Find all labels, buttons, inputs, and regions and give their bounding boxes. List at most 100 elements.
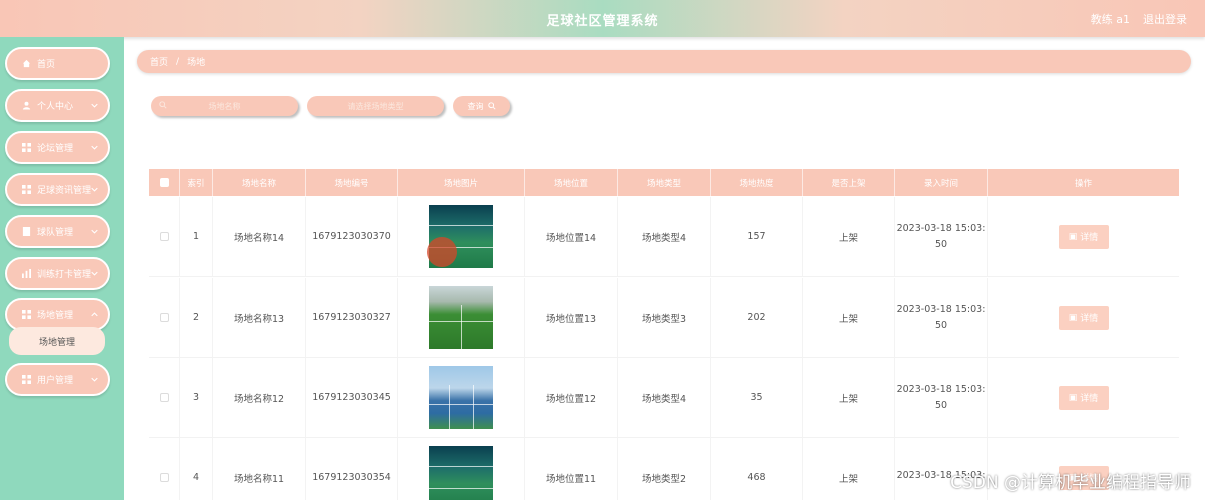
query-button[interactable]: 查询 (453, 96, 510, 116)
cell-status: 上架 (803, 438, 895, 500)
cell-image (398, 358, 525, 437)
detail-icon: ▣ (1068, 231, 1078, 242)
field-image[interactable] (429, 446, 493, 500)
cell-type: 场地类型4 (618, 197, 711, 276)
col-image: 场地图片 (398, 169, 525, 196)
cell-name: 场地名称13 (213, 278, 306, 357)
cell-image (398, 438, 525, 500)
cell-time: 2023-03-18 15:03: 50 (895, 278, 988, 357)
col-location: 场地位置 (525, 169, 618, 196)
field-name-search-input[interactable]: 场地名称 (151, 96, 298, 116)
grid-icon (21, 185, 31, 195)
sidebar-item-label: 足球资讯管理 (37, 186, 92, 196)
detail-label: 详情 (1080, 394, 1099, 404)
cell-heat: 202 (711, 278, 803, 357)
sidebar-item-label: 训练打卡管理 (37, 270, 92, 280)
detail-button[interactable]: ▣ 详情 (1058, 224, 1109, 249)
row-checkbox[interactable] (159, 473, 169, 482)
cell-code: 1679123030345 (306, 358, 398, 437)
query-button-label: 查询 (467, 101, 484, 111)
cell-status: 上架 (803, 197, 895, 276)
chevron-down-icon (91, 144, 98, 154)
time-line-2: 50 (934, 239, 948, 250)
cell-code: 1679123030354 (306, 438, 398, 500)
table-row: 1 场地名称14 1679123030370 场地位置14 场地类型4 157 … (149, 197, 1179, 277)
cell-location: 场地位置12 (525, 358, 618, 437)
chevron-down-icon (91, 270, 98, 280)
cell-name: 场地名称11 (213, 438, 306, 500)
search-icon (487, 102, 496, 110)
detail-button[interactable]: ▣ 详情 (1058, 385, 1109, 410)
sidebar-item-users[interactable]: 用户管理 (5, 363, 110, 396)
cell-status: 上架 (803, 358, 895, 437)
col-index: 索引 (180, 169, 213, 196)
breadcrumb-home[interactable]: 首页 (150, 55, 168, 68)
sidebar-item-label: 用户管理 (37, 376, 74, 386)
breadcrumb-separator: / (176, 56, 180, 67)
cell-index: 1 (180, 197, 213, 276)
grid-icon (21, 375, 31, 385)
cell-name: 场地名称12 (213, 358, 306, 437)
home-icon (21, 59, 31, 69)
chevron-down-icon (91, 228, 98, 238)
search-icon (159, 101, 167, 111)
row-checkbox[interactable] (159, 232, 169, 241)
cursor-highlight (427, 237, 457, 267)
field-image[interactable] (429, 286, 493, 349)
row-checkbox-cell (149, 197, 180, 276)
row-checkbox[interactable] (159, 393, 169, 402)
detail-label: 详情 (1080, 314, 1099, 324)
detail-label: 详情 (1080, 233, 1099, 243)
col-status: 是否上架 (803, 169, 895, 196)
sidebar-item-training[interactable]: 训练打卡管理 (5, 257, 110, 290)
time-line-2: 50 (934, 400, 948, 411)
cell-index: 2 (180, 278, 213, 357)
cell-name: 场地名称14 (213, 197, 306, 276)
select-all-checkbox[interactable] (159, 178, 169, 187)
breadcrumb-current: 场地 (187, 58, 206, 68)
cell-actions: ▣ 详情 (988, 278, 1179, 357)
col-name: 场地名称 (213, 169, 306, 196)
cell-type: 场地类型3 (618, 278, 711, 357)
sidebar-item-label: 场地管理 (37, 311, 74, 321)
row-checkbox-cell (149, 358, 180, 437)
logout-link[interactable]: 退出登录 (1143, 11, 1187, 27)
cell-type: 场地类型4 (618, 358, 711, 437)
row-checkbox[interactable] (159, 313, 169, 322)
sidebar-item-label: 首页 (37, 60, 56, 70)
cell-index: 4 (180, 438, 213, 500)
submenu-field-manage[interactable]: 场地管理 (9, 327, 105, 355)
detail-icon: ▣ (1068, 312, 1078, 323)
cell-location: 场地位置11 (525, 438, 618, 500)
bar-chart-icon (21, 269, 31, 279)
doc-icon (21, 227, 31, 237)
col-type: 场地类型 (618, 169, 711, 196)
detail-button[interactable]: ▣ 详情 (1058, 305, 1109, 330)
chevron-down-icon (91, 102, 98, 112)
time-line-2: 50 (934, 320, 948, 331)
field-name-placeholder: 场地名称 (208, 101, 241, 111)
col-time: 录入时间 (895, 169, 988, 196)
cell-index: 3 (180, 358, 213, 437)
cell-location: 场地位置13 (525, 278, 618, 357)
col-actions: 操作 (1074, 178, 1092, 189)
sidebar-item-home[interactable]: 首页 (5, 47, 110, 80)
table-row: 2 场地名称13 1679123030327 场地位置13 场地类型3 202 … (149, 278, 1179, 358)
sidebar-item-forum[interactable]: 论坛管理 (5, 131, 110, 164)
cell-time: 2023-03-18 15:03: 50 (895, 197, 988, 276)
cell-image (398, 278, 525, 357)
chevron-down-icon (91, 186, 98, 196)
cell-type: 场地类型2 (618, 438, 711, 500)
col-heat: 场地热度 (711, 169, 803, 196)
sidebar-item-news[interactable]: 足球资讯管理 (5, 173, 110, 206)
time-line-1: 2023-03-18 15:03: (896, 304, 986, 315)
cell-status: 上架 (803, 278, 895, 357)
sidebar-item-team[interactable]: 球队管理 (5, 215, 110, 248)
sidebar-item-profile[interactable]: 个人中心 (5, 89, 110, 122)
field-type-placeholder: 请选择场地类型 (347, 101, 404, 111)
watermark: CSDN @计算机毕业编程指导师 (950, 473, 1191, 493)
cell-actions: ▣ 详情 (988, 197, 1179, 276)
field-image[interactable] (429, 366, 493, 429)
field-type-select[interactable]: 请选择场地类型 (307, 96, 444, 116)
table-header: 索引 场地名称 场地编号 场地图片 场地位置 场地类型 场地热度 是否上架 录入… (149, 169, 1179, 196)
